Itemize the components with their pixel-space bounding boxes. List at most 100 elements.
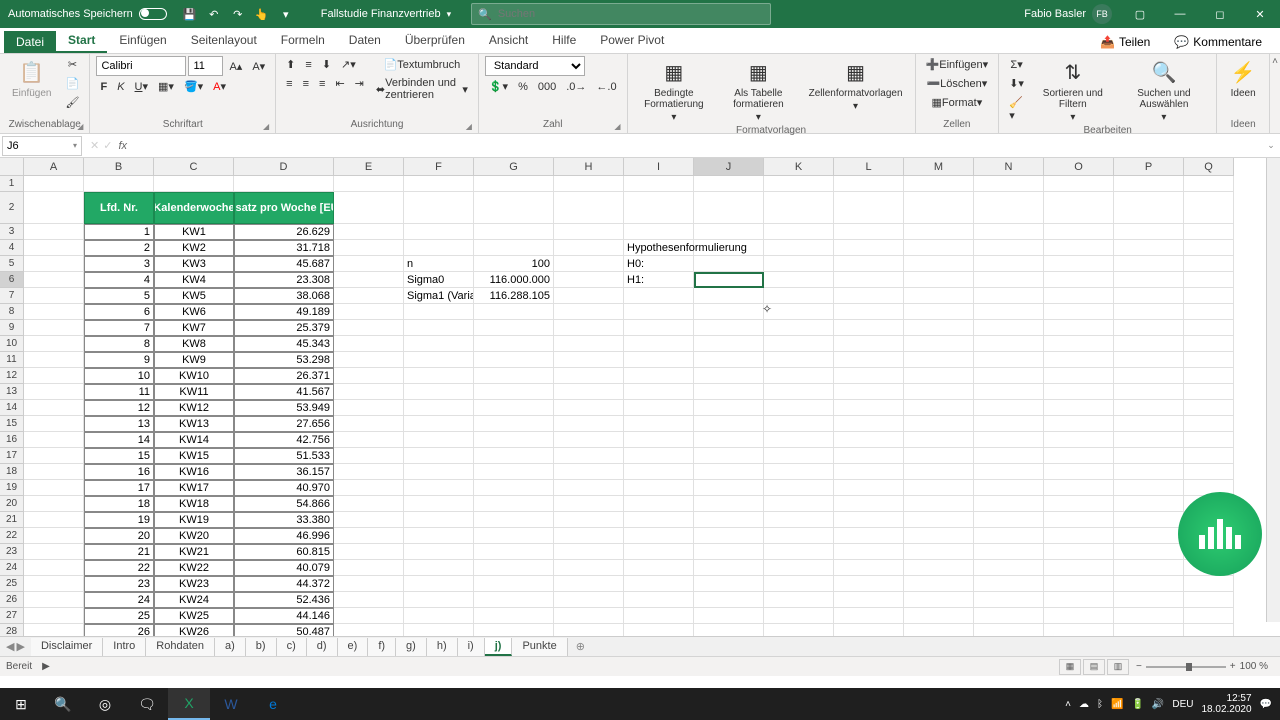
copy-button[interactable]: 📄 [61,75,83,92]
column-header-H[interactable]: H [554,158,624,176]
comments-button[interactable]: 💬 Kommentare [1164,31,1272,53]
cell-P26[interactable] [1114,592,1184,608]
cell-D4[interactable]: 31.718 [234,240,334,256]
cell-L26[interactable] [834,592,904,608]
row-header-19[interactable]: 19 [0,480,24,496]
cell-O25[interactable] [1044,576,1114,592]
cell-A14[interactable] [24,400,84,416]
cell-E24[interactable] [334,560,404,576]
collapse-ribbon-icon[interactable]: ˄ [1272,56,1278,67]
cell-E18[interactable] [334,464,404,480]
cell-B28[interactable]: 26 [84,624,154,636]
cell-D17[interactable]: 51.533 [234,448,334,464]
cell-E5[interactable] [334,256,404,272]
cell-E11[interactable] [334,352,404,368]
cell-K2[interactable] [764,192,834,224]
macro-record-icon[interactable]: ▶ [32,661,60,672]
bluetooth-icon[interactable]: ᛒ [1097,699,1103,710]
cell-P22[interactable] [1114,528,1184,544]
wifi-icon[interactable]: 📶 [1111,699,1123,710]
cell-C3[interactable]: KW1 [154,224,234,240]
row-header-2[interactable]: 2 [0,192,24,224]
cell-E28[interactable] [334,624,404,636]
cell-F23[interactable] [404,544,474,560]
cell-G11[interactable] [474,352,554,368]
column-header-B[interactable]: B [84,158,154,176]
row-header-18[interactable]: 18 [0,464,24,480]
cell-H13[interactable] [554,384,624,400]
cell-M7[interactable] [904,288,974,304]
zoom-in-button[interactable]: + [1230,661,1236,672]
cell-H25[interactable] [554,576,624,592]
cell-N6[interactable] [974,272,1044,288]
cell-G9[interactable] [474,320,554,336]
cell-C22[interactable]: KW20 [154,528,234,544]
cell-K3[interactable] [764,224,834,240]
cell-styles-button[interactable]: ▦Zellenformatvorlagen▾ [803,56,909,114]
tab-ansicht[interactable]: Ansicht [477,29,540,53]
align-center-button[interactable]: ≡ [299,76,313,92]
cell-A21[interactable] [24,512,84,528]
cell-A1[interactable] [24,176,84,192]
cell-K1[interactable] [764,176,834,192]
cell-I12[interactable] [624,368,694,384]
cell-B17[interactable]: 15 [84,448,154,464]
autosave-toggle[interactable]: Automatisches Speichern [0,8,175,20]
cell-K17[interactable] [764,448,834,464]
cell-N7[interactable] [974,288,1044,304]
align-middle-button[interactable]: ≡ [301,57,315,73]
merge-center-button[interactable]: ⬌ Verbinden und zentrieren ▾ [372,75,472,103]
cell-A25[interactable] [24,576,84,592]
cell-E21[interactable] [334,512,404,528]
cell-J4[interactable] [694,240,764,256]
decrease-indent-button[interactable]: ⇤ [331,75,348,92]
cell-M9[interactable] [904,320,974,336]
maximize-button[interactable]: ◻ [1200,0,1240,28]
cell-P19[interactable] [1114,480,1184,496]
search-box[interactable]: 🔍 [471,3,771,25]
decrease-decimal-button[interactable]: ←.0 [592,79,620,95]
cell-K28[interactable] [764,624,834,636]
cell-J26[interactable] [694,592,764,608]
cell-D11[interactable]: 53.298 [234,352,334,368]
cell-F24[interactable] [404,560,474,576]
cell-H18[interactable] [554,464,624,480]
onedrive-icon[interactable]: ☁ [1079,699,1089,710]
cell-A20[interactable] [24,496,84,512]
cell-I13[interactable] [624,384,694,400]
page-layout-view-button[interactable]: ▤ [1083,659,1105,675]
cell-Q16[interactable] [1184,432,1234,448]
cell-N16[interactable] [974,432,1044,448]
sheet-tab-Punkte[interactable]: Punkte [512,638,567,656]
tab-einfügen[interactable]: Einfügen [107,29,178,53]
cell-E3[interactable] [334,224,404,240]
cell-B19[interactable]: 17 [84,480,154,496]
column-header-G[interactable]: G [474,158,554,176]
cell-O21[interactable] [1044,512,1114,528]
row-header-15[interactable]: 15 [0,416,24,432]
cell-M14[interactable] [904,400,974,416]
cell-G6[interactable]: 116.000.000 [474,272,554,288]
cell-A19[interactable] [24,480,84,496]
cell-N4[interactable] [974,240,1044,256]
cell-F7[interactable]: Sigma1 (Varia [404,288,474,304]
cell-P28[interactable] [1114,624,1184,636]
cell-G28[interactable] [474,624,554,636]
cell-E8[interactable] [334,304,404,320]
cell-M11[interactable] [904,352,974,368]
row-header-9[interactable]: 9 [0,320,24,336]
cell-H5[interactable] [554,256,624,272]
wrap-text-button[interactable]: 📄 Textumbruch [372,56,472,73]
expand-formula-bar-button[interactable]: ⌄ [1262,140,1280,151]
cell-P18[interactable] [1114,464,1184,480]
cell-B5[interactable]: 3 [84,256,154,272]
sheet-tab-f[interactable]: f) [368,638,396,656]
cell-J28[interactable] [694,624,764,636]
cell-I27[interactable] [624,608,694,624]
cell-D14[interactable]: 53.949 [234,400,334,416]
cell-M2[interactable] [904,192,974,224]
cell-Q4[interactable] [1184,240,1234,256]
cell-A11[interactable] [24,352,84,368]
cell-D10[interactable]: 45.343 [234,336,334,352]
cell-P25[interactable] [1114,576,1184,592]
